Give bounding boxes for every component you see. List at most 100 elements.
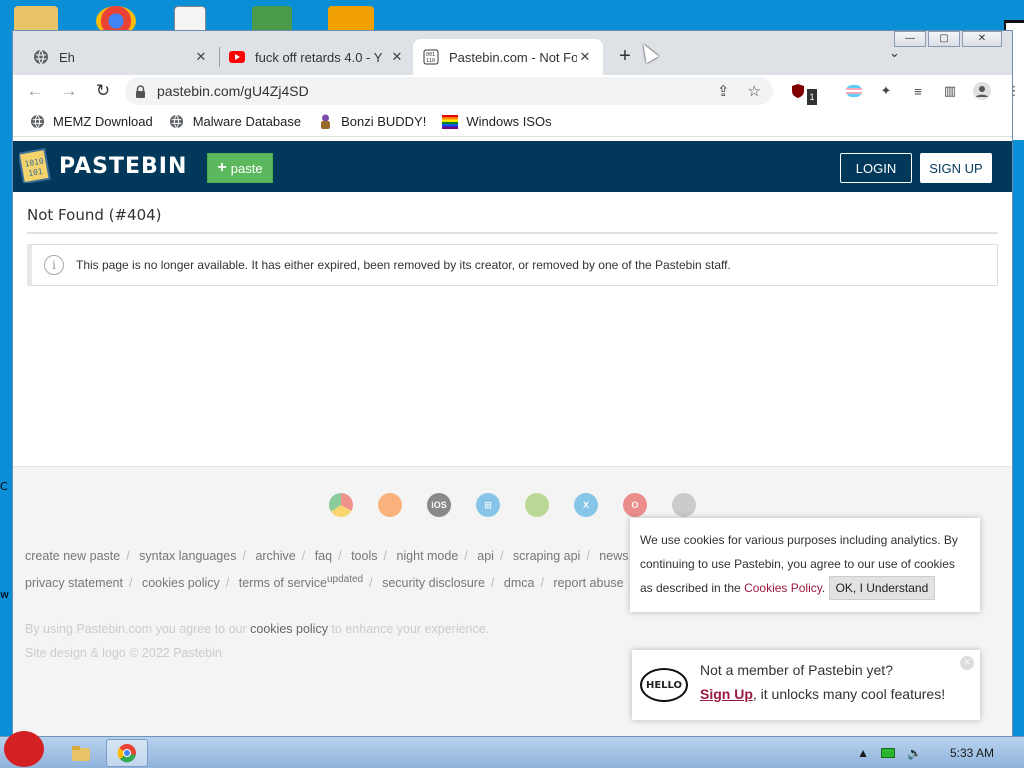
bookmark-label: Malware Database [192,114,302,129]
start-button-icon[interactable] [4,731,44,767]
footer-link[interactable]: create new paste [25,549,120,563]
cookies-policy-link[interactable]: cookies policy [250,622,328,636]
windows-app-icon[interactable]: ⊞ [476,493,500,517]
ublock-icon[interactable] [789,83,807,99]
footer-link[interactable]: news [599,549,628,563]
opera-addon-icon[interactable]: O [623,493,647,517]
signup-button[interactable]: SIGN UP [920,153,992,183]
macos-app-icon[interactable]: X [574,493,598,517]
bookmark-star-icon[interactable]: ☆ [748,82,761,100]
tab-title: fuck off retards 4.0 - Y [255,49,383,65]
footer-link[interactable]: syntax languages [139,549,236,563]
bookmark-label: Bonzi BUDDY! [341,114,427,129]
pastebin-logo-icon[interactable]: 1010 101 [19,147,51,183]
side-panel-icon[interactable]: ▥ [941,83,959,99]
close-icon[interactable]: ✕ [577,49,593,65]
hello-bubble-icon: HELLO [640,668,688,702]
footer-link[interactable]: dmca [504,576,535,590]
close-icon[interactable]: × [960,656,974,670]
clock[interactable]: 5:33 AM [950,746,994,760]
footer-links-row: privacy statement / cookies policy / terms… [25,568,683,595]
signup-link[interactable]: Sign Up [700,686,753,702]
taskbar-chrome-icon[interactable] [106,739,148,767]
footer-link[interactable]: scraping api [513,549,580,563]
member-cta: Sign Up, it unlocks many cool features! [700,686,945,702]
menu-kebab-icon[interactable]: ⋮ [1005,83,1023,99]
note-text: By using Pastebin.com you agree to our [25,622,251,636]
cookies-policy-link[interactable]: Cookies Policy [744,581,822,595]
footer-link[interactable]: report abuse [553,576,623,590]
media-control-icon[interactable]: ≡ [909,83,927,99]
svg-text:110: 110 [426,58,435,64]
footer-link[interactable]: faq [315,549,332,563]
bookmark-windows-isos[interactable]: Windows ISOs [442,114,552,130]
battery-icon[interactable] [881,748,896,758]
plus-icon: + [217,159,227,176]
taskbar: ▲ 🔈 5:33 AM [0,731,1024,768]
footer-links-row: create new paste / syntax languages / arch… [25,549,629,563]
tab-title: Eh [59,49,75,65]
close-icon[interactable]: ✕ [389,49,405,65]
maximize-button[interactable]: ▢ [928,31,960,47]
desktop-label-fragment: w [0,588,9,601]
bookmark-bonzi-buddy[interactable]: Bonzi BUDDY! [317,114,426,130]
browser-window: Eh ✕ fuck off retards 4.0 - Y ✕ 001 110 P… [12,30,1021,736]
footer-link[interactable]: terms of service [239,576,327,590]
cookie-accept-button[interactable]: OK, I Understand [828,576,936,600]
close-icon[interactable]: ✕ [193,49,209,65]
other-app-icon[interactable] [672,493,696,517]
main-content: Not Found (#404) i This page is no longe… [13,192,1012,286]
member-question: Not a member of Pastebin yet? [700,662,893,678]
tab-search-button[interactable]: ⌄ [889,45,900,61]
paste-label: paste [230,160,263,176]
login-button[interactable]: LOGIN [840,153,912,183]
footer-link[interactable]: tools [351,549,377,563]
close-window-button[interactable]: ✕ [962,31,1002,47]
notice-box: i This page is no longer available. It h… [27,244,998,286]
trans-flag-icon[interactable] [845,83,863,99]
profile-icon[interactable] [973,82,991,100]
tab-strip: Eh ✕ fuck off retards 4.0 - Y ✕ 001 110 P… [13,31,1012,75]
window-controls: — ▢ ✕ [894,31,1002,47]
forward-icon[interactable]: → [55,81,83,101]
globe-icon [29,114,45,130]
desktop-icons [0,0,1024,36]
bookmark-malware-database[interactable]: Malware Database [169,114,301,130]
android-app-icon[interactable] [525,493,549,517]
puzzle-icon[interactable]: ✦ [877,83,895,99]
updated-badge: updated [326,574,364,585]
share-icon[interactable]: ⇪ [717,82,730,100]
reload-icon[interactable]: ↻ [89,81,117,101]
url-text: pastebin.com/gU4Zj4SD [157,83,309,99]
bookmark-label: MEMZ Download [53,114,153,129]
footer-link[interactable]: security disclosure [382,576,485,590]
footer-link[interactable]: cookies policy [142,576,220,590]
pastebin-header: 1010 101 PASTEBIN + paste LOGIN SIGN UP [13,141,1012,192]
firefox-addon-icon[interactable] [378,493,402,517]
tray-expand-icon[interactable]: ▲ [857,746,869,760]
taskbar-explorer-icon[interactable] [60,739,102,767]
footer-link[interactable]: api [477,549,494,563]
chrome-extension-icon[interactable] [329,493,353,517]
volume-icon[interactable]: 🔈 [907,746,922,760]
footer-link[interactable]: privacy statement [25,576,123,590]
ios-app-icon[interactable]: iOS [427,493,451,517]
cookie-text-end: . [821,581,826,595]
tab-pastebin[interactable]: 001 110 Pastebin.com - Not Fo ✕ [413,39,603,75]
bookmark-label: Windows ISOs [466,114,552,129]
minimize-button[interactable]: — [894,31,926,47]
bonzi-icon [317,114,333,130]
tab-youtube[interactable]: fuck off retards 4.0 - Y ✕ [219,39,415,75]
new-tab-button[interactable]: + [613,45,637,68]
tab-eh[interactable]: Eh ✕ [23,39,219,75]
back-icon[interactable]: ← [21,81,49,101]
bookmark-memz[interactable]: MEMZ Download [29,114,153,130]
cookie-banner: We use cookies for various purposes incl… [630,518,980,612]
footer-link[interactable]: night mode [396,549,458,563]
address-bar[interactable]: pastebin.com/gU4Zj4SD ⇪ ☆ [125,77,773,105]
footer-note: By using Pastebin.com you agree to our c… [25,617,489,665]
footer-link[interactable]: archive [255,549,295,563]
pastebin-brand[interactable]: PASTEBIN [59,154,187,179]
new-paste-button[interactable]: + paste [207,153,273,183]
extension-icons: 1 ✦ ≡ ▥ ⋮ [789,82,1023,105]
